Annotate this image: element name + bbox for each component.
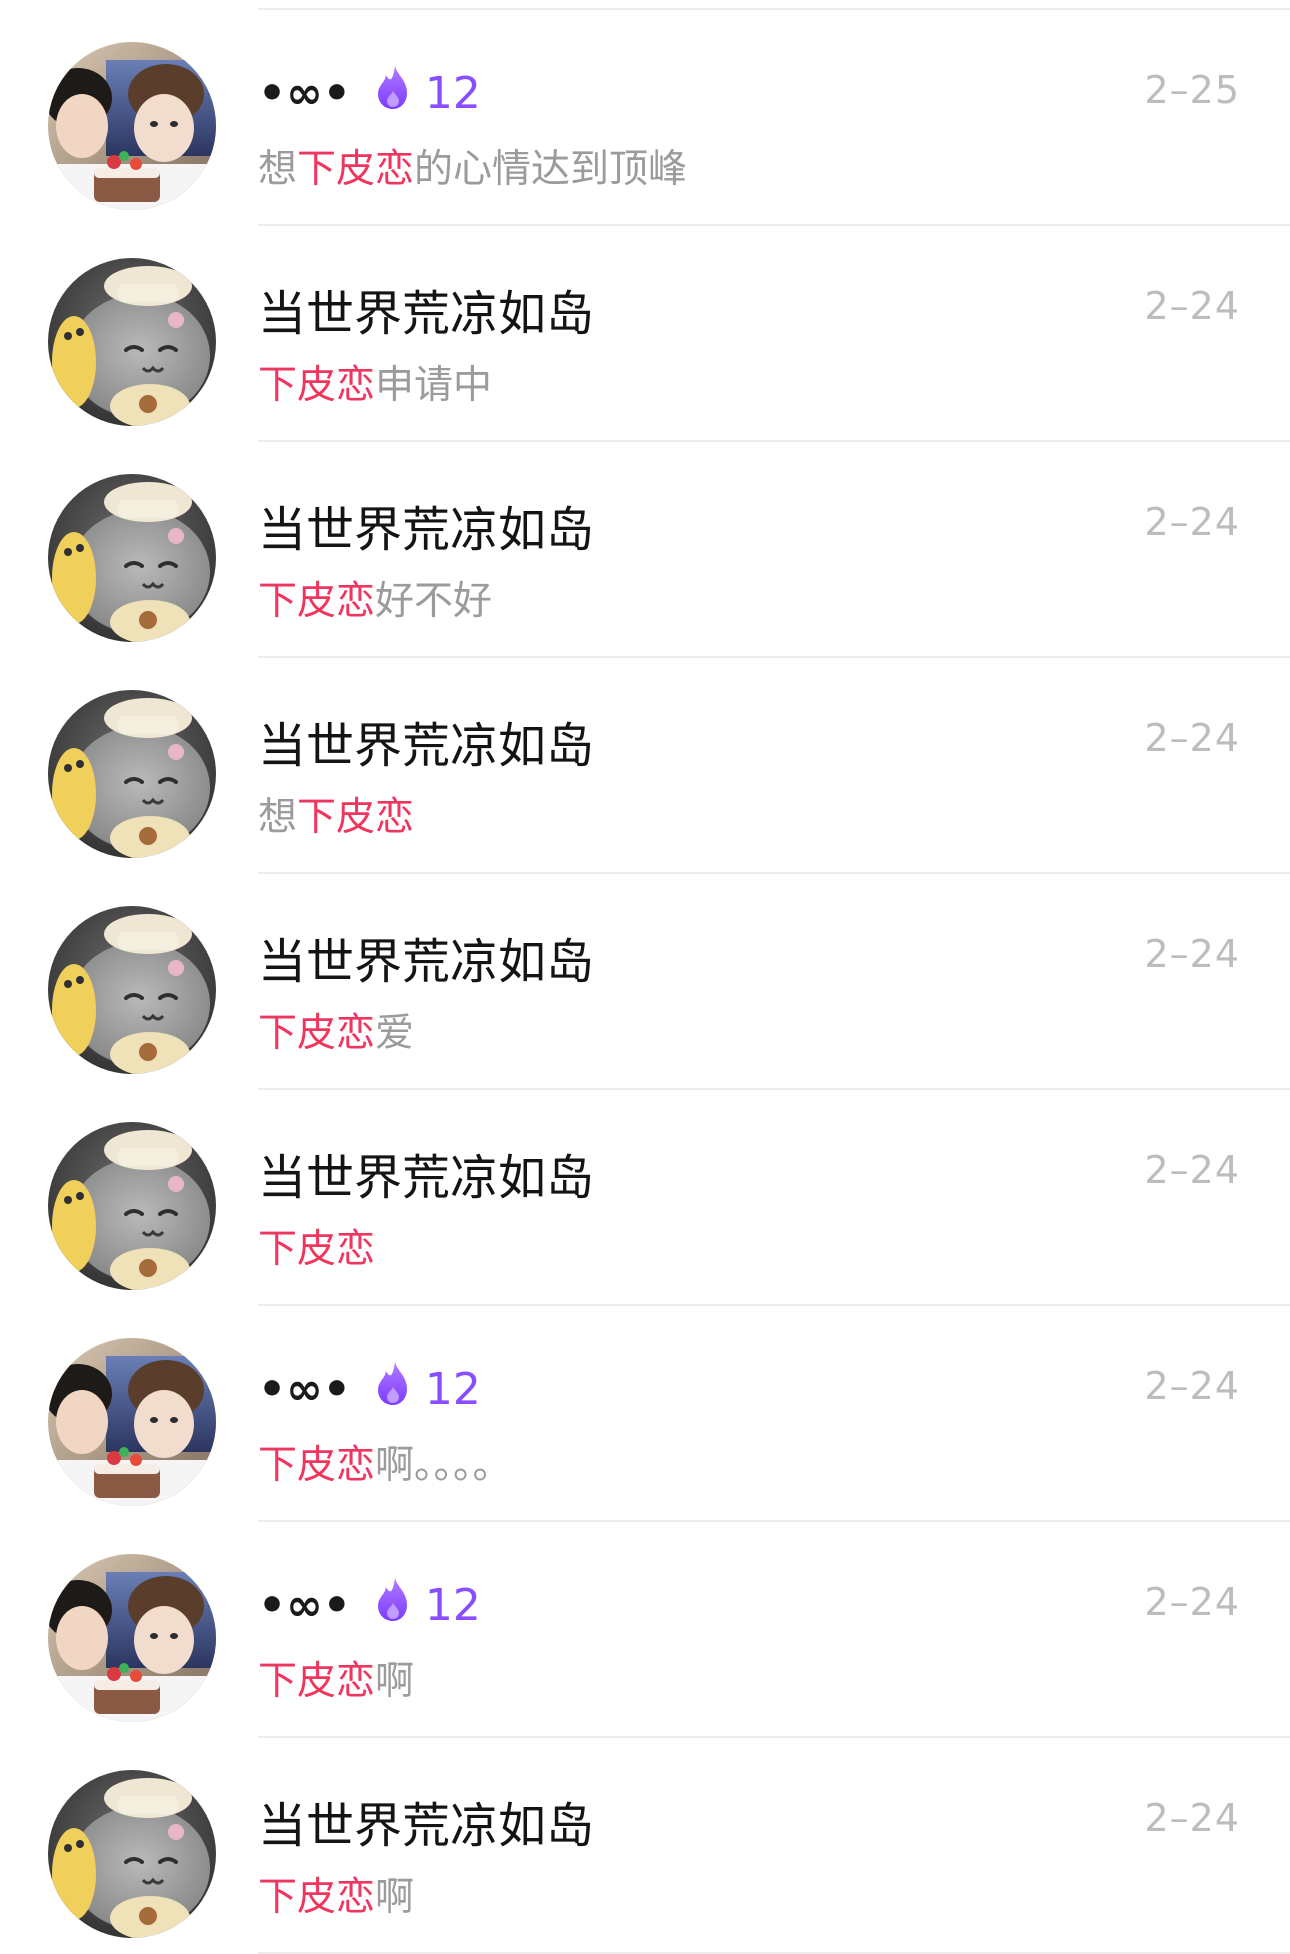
highlighted-keyword: 下皮恋 xyxy=(258,1659,376,1704)
avatar[interactable] xyxy=(48,690,216,858)
conversation-row[interactable]: 当世界荒凉如岛 2–24 下皮恋申请中 xyxy=(0,226,1290,442)
message-time: 2–24 xyxy=(1144,1148,1240,1192)
contact-name-text: •∞• xyxy=(258,1579,351,1631)
contact-name-text: 当世界荒凉如岛 xyxy=(258,286,595,342)
contact-name-text: 当世界荒凉如岛 xyxy=(258,1798,595,1854)
conversation-row[interactable]: 当世界荒凉如岛 2–24 下皮恋 xyxy=(0,1090,1290,1306)
contact-name: 当世界荒凉如岛 xyxy=(258,1140,594,1206)
message-text: 啊 xyxy=(375,1659,415,1704)
message-time: 2–24 xyxy=(1144,1580,1240,1624)
conversation-row[interactable]: 当世界荒凉如岛 2–24 下皮恋好不好 xyxy=(0,442,1290,658)
highlighted-keyword: 下皮恋 xyxy=(297,147,415,192)
fire-icon xyxy=(351,1575,413,1635)
contact-name-text: •∞• xyxy=(258,1363,351,1415)
avatar[interactable] xyxy=(48,258,216,426)
avatar[interactable] xyxy=(48,1554,216,1722)
contact-name-text: 当世界荒凉如岛 xyxy=(258,502,595,558)
message-preview: 下皮恋啊 xyxy=(258,1866,414,1922)
conversation-row[interactable]: •∞• 12 2–24 下皮恋啊。。。。 xyxy=(0,1306,1290,1522)
contact-name-text: 当世界荒凉如岛 xyxy=(258,934,595,990)
avatar[interactable] xyxy=(48,42,216,210)
contact-name-text: 当世界荒凉如岛 xyxy=(258,718,595,774)
highlighted-keyword: 下皮恋 xyxy=(297,795,415,840)
fire-count: 12 xyxy=(424,1363,481,1415)
message-time: 2–25 xyxy=(1144,68,1240,112)
highlighted-keyword: 下皮恋 xyxy=(258,363,376,408)
avatar[interactable] xyxy=(48,1770,216,1938)
contact-name: 当世界荒凉如岛 xyxy=(258,492,594,558)
message-text: 想 xyxy=(258,795,298,840)
contact-name: 当世界荒凉如岛 xyxy=(258,276,594,342)
contact-name: 当世界荒凉如岛 xyxy=(258,1788,594,1854)
contact-name: •∞• 12 xyxy=(258,1356,481,1422)
message-text: 想 xyxy=(258,147,298,192)
message-text: 的心情达到顶峰 xyxy=(414,147,688,192)
message-text: 啊。。。。 xyxy=(375,1443,512,1488)
conversation-row[interactable]: 当世界荒凉如岛 2–24 想下皮恋 xyxy=(0,658,1290,874)
contact-name: •∞• 12 xyxy=(258,1572,481,1638)
message-preview: 下皮恋申请中 xyxy=(258,354,492,410)
conversation-row[interactable]: •∞• 12 2–25 想下皮恋的心情达到顶峰 xyxy=(0,10,1290,226)
highlighted-keyword: 下皮恋 xyxy=(258,1875,376,1920)
contact-name: 当世界荒凉如岛 xyxy=(258,924,594,990)
message-preview: 想下皮恋 xyxy=(258,786,414,842)
message-preview: 下皮恋啊。。。。 xyxy=(258,1434,512,1490)
highlighted-keyword: 下皮恋 xyxy=(258,1227,376,1272)
message-time: 2–24 xyxy=(1144,716,1240,760)
message-preview: 下皮恋 xyxy=(258,1218,375,1274)
contact-name: •∞• 12 xyxy=(258,60,481,126)
fire-icon xyxy=(351,63,413,123)
avatar[interactable] xyxy=(48,1122,216,1290)
contact-name-text: 当世界荒凉如岛 xyxy=(258,1150,595,1206)
fire-count: 12 xyxy=(424,67,481,119)
message-preview: 下皮恋爱 xyxy=(258,1002,414,1058)
message-time: 2–24 xyxy=(1144,284,1240,328)
highlighted-keyword: 下皮恋 xyxy=(258,579,376,624)
avatar[interactable] xyxy=(48,474,216,642)
highlighted-keyword: 下皮恋 xyxy=(258,1443,376,1488)
avatar[interactable] xyxy=(48,906,216,1074)
message-text: 申请中 xyxy=(375,363,493,408)
contact-name-text: •∞• xyxy=(258,67,351,119)
message-preview: 想下皮恋的心情达到顶峰 xyxy=(258,138,687,194)
message-time: 2–24 xyxy=(1144,1364,1240,1408)
conversation-row[interactable]: 当世界荒凉如岛 2–24 下皮恋啊 xyxy=(0,1738,1290,1954)
message-text: 爱 xyxy=(375,1011,415,1056)
highlighted-keyword: 下皮恋 xyxy=(258,1011,376,1056)
message-time: 2–24 xyxy=(1144,500,1240,544)
message-time: 2–24 xyxy=(1144,1796,1240,1840)
fire-icon xyxy=(351,1359,413,1419)
fire-count: 12 xyxy=(424,1579,481,1631)
message-text: 好不好 xyxy=(375,579,493,624)
avatar[interactable] xyxy=(48,1338,216,1506)
contact-name: 当世界荒凉如岛 xyxy=(258,708,594,774)
message-preview: 下皮恋好不好 xyxy=(258,570,492,626)
message-time: 2–24 xyxy=(1144,932,1240,976)
conversation-row[interactable]: •∞• 12 2–24 下皮恋啊 xyxy=(0,1522,1290,1738)
message-text: 啊 xyxy=(375,1875,415,1920)
message-preview: 下皮恋啊 xyxy=(258,1650,414,1706)
conversation-row[interactable]: 当世界荒凉如岛 2–24 下皮恋爱 xyxy=(0,874,1290,1090)
